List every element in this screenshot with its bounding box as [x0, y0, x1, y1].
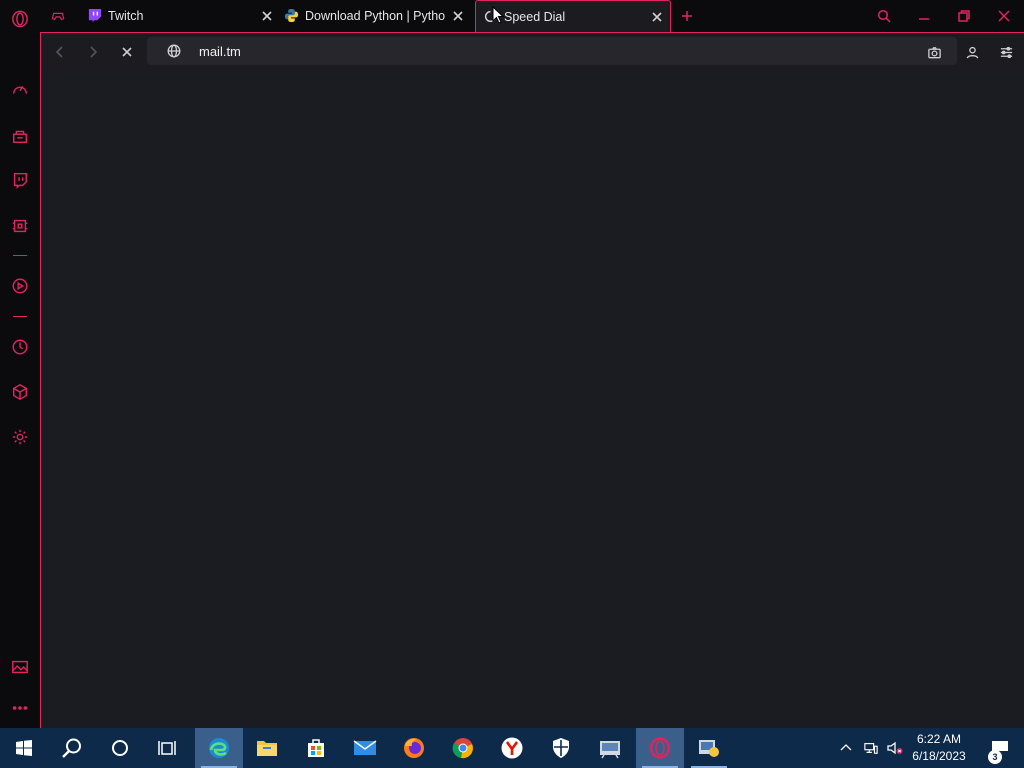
sidebar-separator: [13, 255, 27, 256]
firefox-icon[interactable]: [390, 728, 438, 768]
settings-icon[interactable]: [8, 425, 32, 449]
clock[interactable]: 6:22 AM 6/18/2023: [906, 731, 972, 765]
sidebar-separator: [13, 316, 27, 317]
tab-python[interactable]: Download Python | Python: [283, 0, 465, 31]
close-window-button[interactable]: [993, 5, 1015, 27]
back-button[interactable]: [49, 41, 71, 63]
close-tab-icon[interactable]: [451, 9, 465, 23]
file-explorer-icon[interactable]: [243, 728, 291, 768]
restore-icon: [958, 10, 970, 22]
gamepad-icon: [50, 8, 66, 24]
app-icon[interactable]: [685, 728, 733, 768]
tab-twitch[interactable]: Twitch: [86, 0, 274, 31]
twitch-icon[interactable]: [8, 168, 32, 192]
address-bar[interactable]: [147, 37, 957, 65]
windows-start-icon[interactable]: [0, 728, 48, 768]
back-arrow-icon: [55, 46, 63, 58]
search-icon[interactable]: [48, 728, 96, 768]
history-icon[interactable]: [8, 335, 32, 359]
profile-button[interactable]: [961, 41, 983, 63]
microsoft-store-icon[interactable]: [292, 728, 340, 768]
page-content: [40, 70, 1024, 728]
settings-sliders-icon: [1000, 46, 1012, 58]
network-icon[interactable]: [860, 728, 882, 768]
close-icon: [122, 47, 132, 57]
close-tab-icon[interactable]: [650, 10, 664, 24]
forward-arrow-icon: [90, 46, 98, 58]
show-hidden-icons-icon[interactable]: [836, 728, 856, 768]
url-input[interactable]: [199, 43, 799, 59]
tab-gamepad[interactable]: [50, 0, 72, 31]
search-icon: [877, 9, 891, 23]
close-tab-icon[interactable]: [260, 9, 274, 23]
chrome-icon[interactable]: [439, 728, 487, 768]
tab-title: Download Python | Python: [305, 8, 445, 23]
python-icon: [283, 8, 299, 24]
sidebar: [0, 0, 40, 728]
tab-title: Speed Dial: [504, 9, 566, 24]
mouse-cursor-icon: [492, 6, 504, 24]
speed-dial-icon[interactable]: [8, 78, 32, 102]
edge-icon[interactable]: [195, 728, 243, 768]
globe-icon: [166, 43, 182, 59]
mail-icon[interactable]: [341, 728, 389, 768]
security-icon[interactable]: [537, 728, 585, 768]
task-view-icon[interactable]: [144, 728, 192, 768]
address-toolbar: [40, 32, 1024, 70]
twitch-icon: [86, 8, 102, 24]
plus-icon: [682, 11, 692, 21]
cortana-icon[interactable]: [96, 728, 144, 768]
browser-window: Twitch Download Python | Python Speed Di…: [0, 0, 1024, 768]
player-icon[interactable]: [8, 274, 32, 298]
new-tab-button[interactable]: [676, 5, 698, 27]
shopping-bag-icon[interactable]: [8, 124, 32, 148]
opera-gx-icon[interactable]: [636, 728, 684, 768]
stop-loading-button[interactable]: [116, 41, 138, 63]
notification-count-badge: 3: [988, 750, 1002, 764]
more-icon[interactable]: [8, 696, 32, 720]
camera-icon: [927, 46, 941, 58]
tab-bar: Twitch Download Python | Python Speed Di…: [40, 0, 1024, 32]
crypto-wallet-icon[interactable]: [8, 214, 32, 238]
clock-date: 6/18/2023: [912, 749, 966, 763]
easy-setup-button[interactable]: [995, 41, 1017, 63]
clock-time: 6:22 AM: [916, 732, 962, 746]
volume-muted-icon[interactable]: [884, 728, 906, 768]
action-center-button[interactable]: 3: [980, 728, 1020, 768]
opera-logo-icon[interactable]: [8, 7, 32, 31]
search-tabs-button[interactable]: [873, 5, 895, 27]
wallpaper-icon[interactable]: [8, 655, 32, 679]
taskbar: 6:22 AM 6/18/2023 3: [0, 728, 1024, 768]
yandex-icon[interactable]: [488, 728, 536, 768]
minimize-icon: [919, 18, 929, 20]
minimize-button[interactable]: [913, 5, 935, 27]
extensions-icon[interactable]: [8, 380, 32, 404]
snapshot-button[interactable]: [923, 41, 945, 63]
user-icon: [966, 46, 978, 58]
tab-title: Twitch: [108, 8, 144, 23]
restore-button[interactable]: [953, 5, 975, 27]
close-icon: [998, 10, 1010, 22]
tab-speed-dial[interactable]: Speed Dial: [475, 0, 671, 32]
control-panel-icon[interactable]: [586, 728, 634, 768]
forward-button[interactable]: [82, 41, 104, 63]
